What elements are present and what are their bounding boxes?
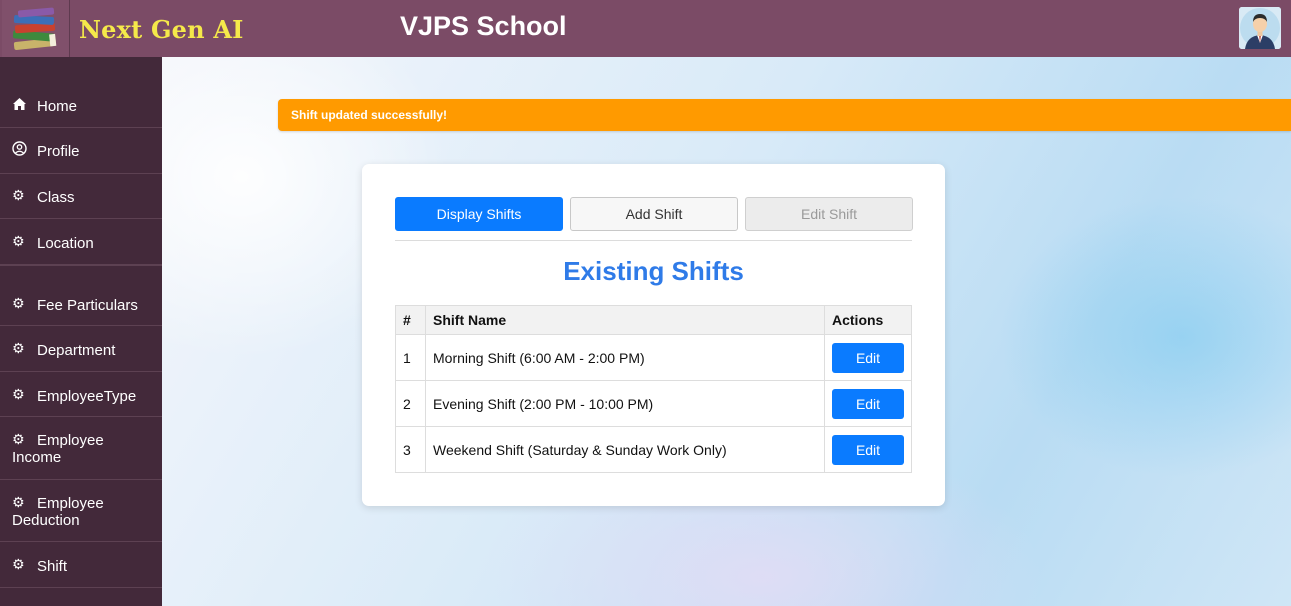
table-header-row: # Shift Name Actions: [395, 305, 912, 335]
brand-name: Next Gen AI: [79, 15, 244, 44]
table-row: 2 Evening Shift (2:00 PM - 10:00 PM) Edi…: [395, 380, 912, 427]
app-logo[interactable]: [2, 0, 70, 60]
success-alert: Shift updated successfully!: [278, 99, 1291, 131]
tab-edit-shift[interactable]: Edit Shift: [745, 197, 913, 231]
section-title: Existing Shifts: [563, 256, 744, 286]
row-number: 3: [395, 426, 426, 473]
user-circle-icon: [12, 141, 27, 159]
column-header-number: #: [395, 305, 426, 335]
edit-button[interactable]: Edit: [832, 434, 904, 465]
sidebar-item-shift[interactable]: ⚙ Shift: [0, 542, 162, 588]
shift-name-cell: Morning Shift (6:00 AM - 2:00 PM): [425, 334, 825, 381]
sidebar-item-department[interactable]: ⚙ Department: [0, 326, 162, 372]
shifts-card: Display Shifts Add Shift Edit Shift Exis…: [362, 164, 945, 506]
sidebar-item-label: Employee Deduction: [12, 495, 104, 529]
gear-icon: ⚙: [12, 340, 25, 356]
tabs-divider: [395, 240, 912, 241]
sidebar-item-employeetype[interactable]: ⚙ EmployeeType: [0, 372, 162, 417]
sidebar-item-label: EmployeeType: [37, 388, 137, 405]
sidebar-item-fee-particulars[interactable]: ⚙ Fee Particulars: [0, 265, 162, 326]
sidebar-item-employee-deduction[interactable]: ⚙ Employee Deduction: [0, 480, 162, 542]
sidebar: Home Profile ⚙ Class ⚙ Location ⚙ Fee Pa…: [0, 57, 162, 606]
column-header-actions: Actions: [824, 305, 912, 335]
sidebar-item-label: Home: [37, 98, 78, 115]
edit-button[interactable]: Edit: [832, 342, 904, 373]
sidebar-item-label: Employee Income: [12, 432, 104, 466]
main-content: Shift updated successfully! Display Shif…: [162, 57, 1291, 606]
table-row: 1 Morning Shift (6:00 AM - 2:00 PM) Edit: [395, 334, 912, 381]
shift-name-cell: Weekend Shift (Saturday & Sunday Work On…: [425, 426, 825, 473]
gear-icon: ⚙: [12, 295, 25, 311]
sidebar-item-label: Class: [37, 189, 75, 206]
books-stack-icon: [12, 7, 57, 50]
column-header-shift-name: Shift Name: [425, 305, 825, 335]
home-icon: [12, 97, 27, 114]
gear-icon: ⚙: [12, 187, 25, 203]
edit-button[interactable]: Edit: [832, 388, 904, 419]
sidebar-item-label: Fee Particulars: [37, 297, 138, 314]
sidebar-item-label: Shift: [37, 558, 68, 575]
shift-name-cell: Evening Shift (2:00 PM - 10:00 PM): [425, 380, 825, 427]
tab-add-shift[interactable]: Add Shift: [570, 197, 738, 231]
school-name: VJPS School: [400, 11, 567, 41]
sidebar-item-home[interactable]: Home: [0, 71, 162, 128]
row-number: 2: [395, 380, 426, 427]
sidebar-item-label: Location: [37, 235, 94, 252]
row-number: 1: [395, 334, 426, 381]
gear-icon: ⚙: [12, 233, 25, 249]
actions-cell: Edit: [824, 334, 912, 381]
gear-icon: ⚙: [12, 556, 25, 572]
sidebar-item-label: Profile: [37, 143, 80, 160]
user-avatar-icon: [1239, 7, 1281, 49]
sidebar-item-label: Department: [37, 342, 116, 359]
sidebar-item-employee-income[interactable]: ⚙ Employee Income: [0, 417, 162, 480]
shifts-table: # Shift Name Actions 1 Morning Shift (6:…: [395, 305, 912, 473]
sidebar-item-profile[interactable]: Profile: [0, 128, 162, 174]
actions-cell: Edit: [824, 380, 912, 427]
sidebar-item-class[interactable]: ⚙ Class: [0, 174, 162, 219]
gear-icon: ⚙: [12, 386, 25, 402]
top-header: Next Gen AI VJPS School: [0, 0, 1291, 60]
actions-cell: Edit: [824, 426, 912, 473]
sidebar-item-location[interactable]: ⚙ Location: [0, 219, 162, 265]
table-row: 3 Weekend Shift (Saturday & Sunday Work …: [395, 426, 912, 473]
tab-display-shifts[interactable]: Display Shifts: [395, 197, 563, 231]
user-avatar[interactable]: [1239, 7, 1281, 49]
